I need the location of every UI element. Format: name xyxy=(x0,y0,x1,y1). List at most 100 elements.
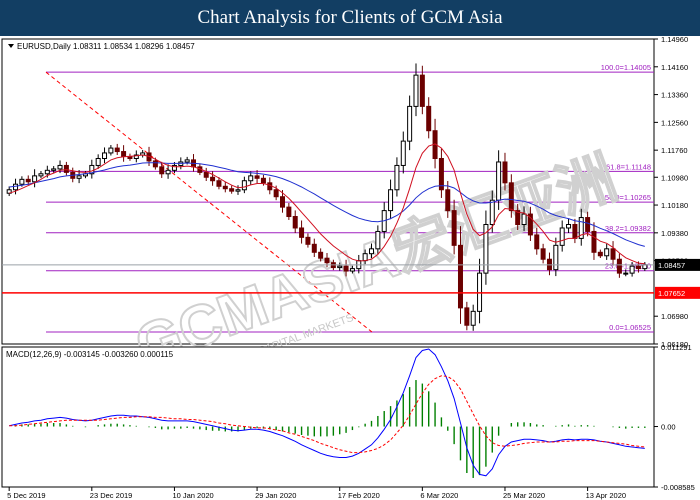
price-tick-label: 1.09380 xyxy=(661,229,688,238)
candle-body xyxy=(159,166,165,175)
price-tick-label: 1.10180 xyxy=(661,201,688,210)
candle-body xyxy=(114,147,120,153)
time-tick-label: 10 Jan 2020 xyxy=(172,491,213,500)
candle-body xyxy=(445,189,451,212)
candle-body xyxy=(51,168,57,171)
candle-body xyxy=(375,230,381,250)
candle-body xyxy=(343,265,349,272)
candle-body xyxy=(63,164,69,173)
time-tick-label: 29 Jan 2020 xyxy=(255,491,296,500)
candle-body xyxy=(413,74,419,107)
candle-body xyxy=(248,175,254,182)
banner-title: Chart Analysis for Clients of GCM Asia xyxy=(0,0,700,36)
candle-body xyxy=(76,175,82,179)
candle-body xyxy=(280,196,286,208)
fib-level-label: 61.8=1.11148 xyxy=(606,162,651,171)
fib-level-label: 38.2=1.09382 xyxy=(605,224,651,233)
candle-body xyxy=(305,236,311,245)
candle-body xyxy=(337,265,343,269)
fib-level-label: 100.0=1.14005 xyxy=(601,63,651,72)
candle-body xyxy=(210,176,216,182)
candle-body xyxy=(566,224,572,229)
candle-body xyxy=(38,173,44,177)
candle-body xyxy=(19,178,25,185)
candle-body xyxy=(25,178,31,183)
candle-body xyxy=(400,140,406,166)
candle-body xyxy=(623,272,629,275)
candle-body xyxy=(457,244,463,309)
candle-body xyxy=(438,157,444,191)
candle-body xyxy=(318,251,324,259)
candle-body xyxy=(629,265,635,274)
candle-body xyxy=(591,230,597,253)
candle-body xyxy=(165,169,171,175)
candle-body xyxy=(597,251,603,257)
candle-body xyxy=(407,105,413,142)
candle-body xyxy=(203,171,209,178)
candle-body xyxy=(121,151,127,157)
candle-body xyxy=(553,244,559,271)
time-axis: 5 Dec 2019 23 Dec 2019 10 Jan 2020 29 Jan 2… xyxy=(7,487,626,500)
candle-body xyxy=(235,189,241,192)
candle-body xyxy=(604,248,610,257)
macd-tick-label: 0.00 xyxy=(661,423,676,432)
price-tick-label: 1.10980 xyxy=(661,173,688,182)
candle-body xyxy=(222,185,228,190)
candle-body xyxy=(260,177,266,184)
candle-body xyxy=(216,180,222,187)
macd-header: MACD(12,26,9) -0.003145 -0.003260 0.0001… xyxy=(6,350,174,359)
candle-body xyxy=(254,175,260,179)
candle-body xyxy=(572,224,578,239)
candle-body xyxy=(44,169,50,175)
time-tick-label: 5 Dec 2019 xyxy=(7,491,45,500)
chart-svg[interactable]: 1.14960 1.14160 1.13360 1.12560 1.11760 1.109… xyxy=(0,36,700,500)
candle-body xyxy=(489,199,495,226)
candle-body xyxy=(521,213,527,226)
candle-body xyxy=(559,227,565,246)
macd-panel-frame xyxy=(1,346,655,488)
candle-body xyxy=(502,161,508,184)
chart-header: EURUSD,Daily 1.08311 1.08534 1.08296 1.0… xyxy=(17,42,195,51)
candle-body xyxy=(108,147,114,154)
candle-body xyxy=(635,265,641,270)
candle-body xyxy=(610,248,616,260)
candle-body xyxy=(241,180,247,191)
candle-body xyxy=(419,74,425,107)
price-tick-label: 1.06980 xyxy=(661,312,688,321)
chart-area[interactable]: 1.14960 1.14160 1.13360 1.12560 1.11760 1.109… xyxy=(0,36,700,500)
candle-body xyxy=(388,189,394,212)
macd-panel: 0.011291 0.00 -0.008585 MACD(12,26,9) -0.0… xyxy=(1,343,695,492)
candle-body xyxy=(585,217,591,232)
time-tick-label: 13 Apr 2020 xyxy=(586,491,626,500)
candle-body xyxy=(32,175,38,183)
candle-body xyxy=(534,234,540,250)
candle-body xyxy=(299,227,305,238)
candle-body xyxy=(616,258,622,274)
candle-body xyxy=(464,307,470,326)
price-tick-label: 1.14960 xyxy=(661,36,688,44)
candle-body xyxy=(362,253,368,262)
price-panel: 1.14960 1.14160 1.13360 1.12560 1.11760 1.109… xyxy=(1,36,700,380)
candle-body xyxy=(95,157,101,166)
candle-body xyxy=(349,268,355,272)
candle-body xyxy=(508,182,514,212)
fib-level-label: 0.0=1.06525 xyxy=(609,323,651,332)
macd-tick-label: -0.008585 xyxy=(661,483,695,492)
candle-body xyxy=(470,310,476,326)
candle-body xyxy=(540,248,546,260)
candle-body xyxy=(57,164,63,170)
candle-body xyxy=(368,248,374,255)
candle-body xyxy=(451,210,457,246)
candle-body xyxy=(152,160,158,168)
candle-body xyxy=(394,164,400,191)
time-tick-label: 23 Dec 2019 xyxy=(90,491,133,500)
price-axis: 1.14960 1.14160 1.13360 1.12560 1.11760 1.109… xyxy=(654,36,688,349)
price-tick-label: 1.11760 xyxy=(661,146,688,155)
price-tick-label: 1.14160 xyxy=(661,63,688,72)
time-tick-label: 17 Feb 2020 xyxy=(338,491,380,500)
candle-body xyxy=(184,159,190,163)
candle-body xyxy=(324,257,330,264)
candle-body xyxy=(292,216,298,229)
candle-body xyxy=(13,183,19,191)
candle-body xyxy=(229,188,235,192)
